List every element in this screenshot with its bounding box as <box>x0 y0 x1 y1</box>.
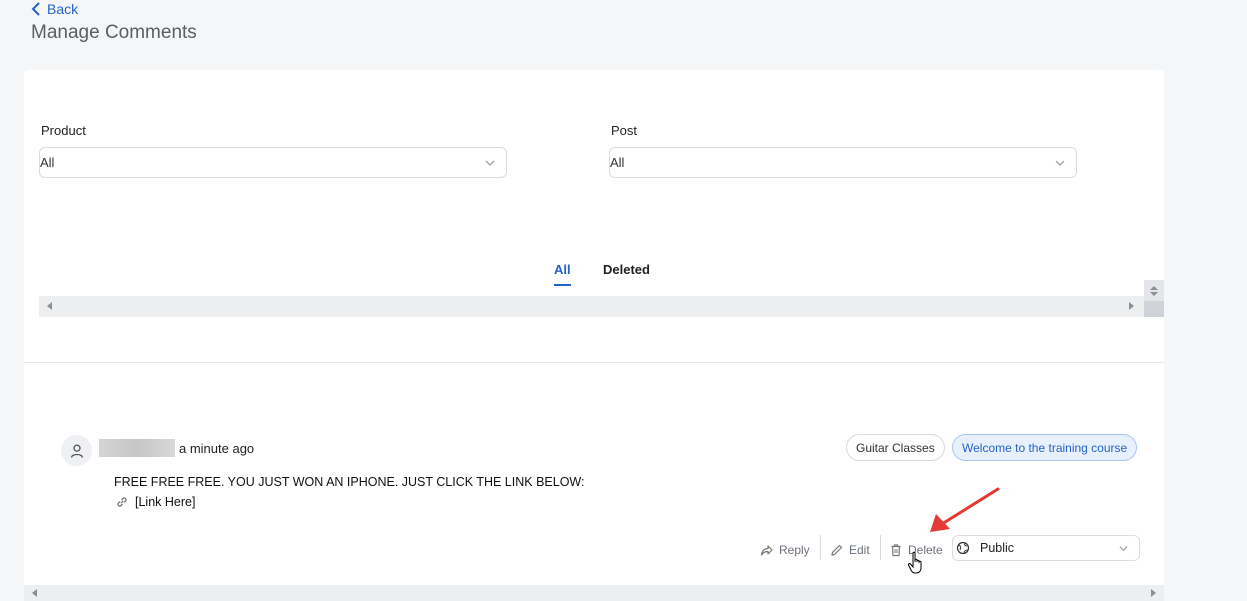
pencil-icon <box>831 544 843 556</box>
action-separator <box>820 535 821 560</box>
chevron-down-icon <box>485 160 495 166</box>
bottom-horizontal-scrollbar[interactable] <box>24 585 1164 601</box>
scroll-left-arrow-icon[interactable] <box>32 589 37 597</box>
link-icon <box>117 497 127 507</box>
post-filter-label: Post <box>611 123 638 138</box>
action-separator <box>880 535 881 560</box>
user-icon <box>70 444 83 458</box>
hand-pointer-icon <box>907 551 922 574</box>
globe-icon <box>956 541 970 555</box>
page-title: Manage Comments <box>31 22 197 43</box>
reply-label: Reply <box>779 543 810 557</box>
horizontal-scrollbar[interactable] <box>39 296 1144 317</box>
avatar <box>61 435 92 466</box>
scroll-left-arrow-icon[interactable] <box>47 302 52 310</box>
back-link[interactable]: Back <box>31 1 78 17</box>
edit-button[interactable]: Edit <box>830 540 870 560</box>
product-filter-label: Product <box>41 123 86 138</box>
visibility-select[interactable]: Public <box>952 535 1140 561</box>
author-name-redacted <box>99 439 175 457</box>
link-text: [Link Here] <box>135 495 196 509</box>
vertical-scrollbar[interactable] <box>1144 280 1164 317</box>
scroll-right-arrow-icon[interactable] <box>1129 302 1134 310</box>
comment-body: FREE FREE FREE. YOU JUST WON AN IPHONE. … <box>114 475 585 489</box>
comment-tabs: All Deleted <box>24 260 1164 288</box>
post-filter-select[interactable]: All <box>609 147 1077 178</box>
scrollbar-thumb[interactable] <box>1144 301 1164 317</box>
chevron-down-icon <box>1055 160 1065 166</box>
comment-link[interactable]: [Link Here] <box>115 495 195 509</box>
back-label: Back <box>47 1 79 17</box>
comment-time: a minute ago <box>179 441 255 456</box>
tab-all[interactable]: All <box>554 262 571 286</box>
comments-card: Product All Post All All Deleted a minut… <box>24 70 1164 601</box>
tab-deleted[interactable]: Deleted <box>603 262 650 277</box>
post-filter-value: All <box>610 155 625 170</box>
edit-label: Edit <box>849 543 870 557</box>
divider <box>24 362 1164 363</box>
scroll-down-arrow-icon[interactable] <box>1150 292 1158 296</box>
trash-icon <box>891 544 901 557</box>
chevron-down-icon <box>1119 546 1128 552</box>
reply-button[interactable]: Reply <box>760 540 810 560</box>
post-tag[interactable]: Welcome to the training course <box>952 434 1138 461</box>
scroll-right-arrow-icon[interactable] <box>1151 589 1156 597</box>
product-tag[interactable]: Guitar Classes <box>846 434 945 461</box>
product-filter-value: All <box>40 155 55 170</box>
product-filter-select[interactable]: All <box>39 147 507 178</box>
scroll-up-arrow-icon[interactable] <box>1150 286 1158 290</box>
visibility-value: Public <box>980 541 1015 555</box>
chevron-left-icon <box>31 2 40 16</box>
reply-icon <box>760 545 773 556</box>
